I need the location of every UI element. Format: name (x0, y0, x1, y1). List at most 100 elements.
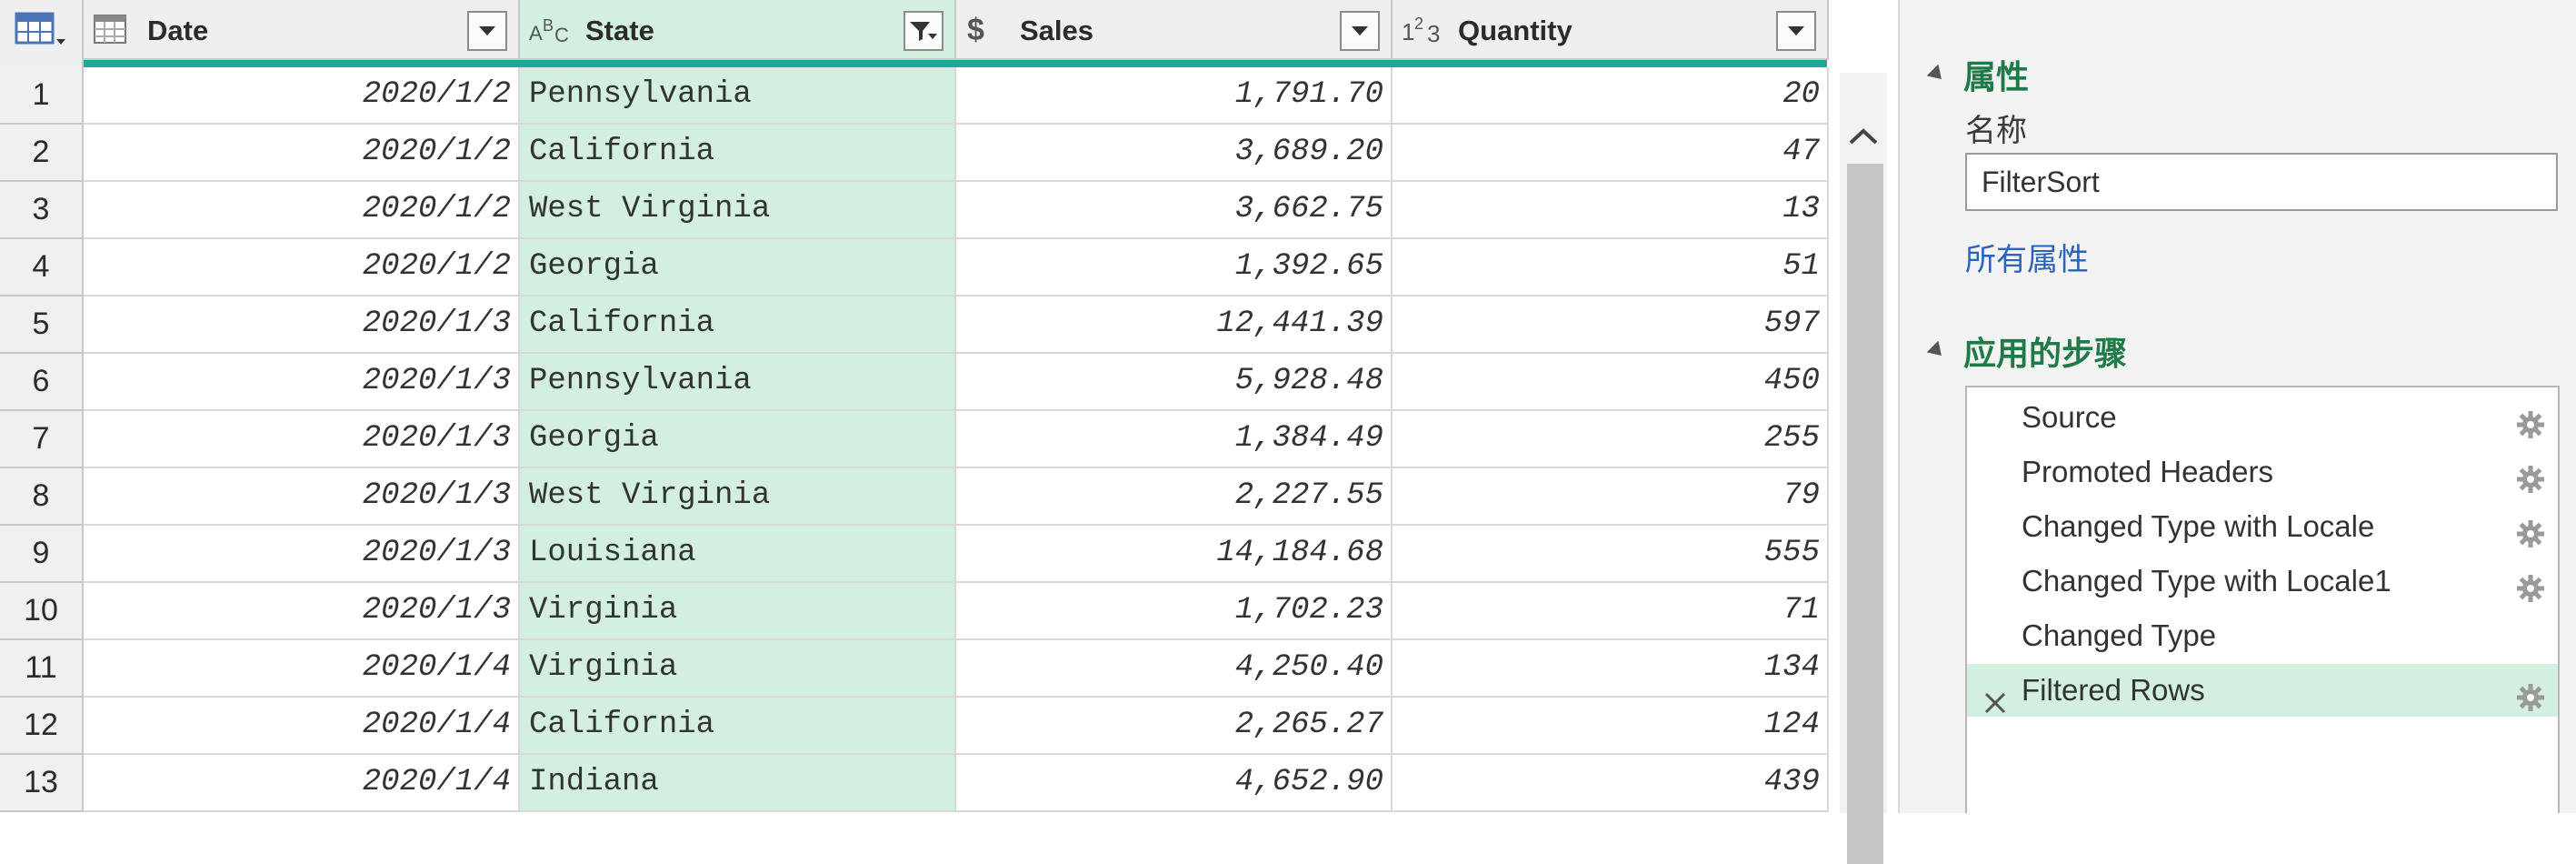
cell-sales[interactable]: 2,227.55 (956, 468, 1393, 526)
table-menu-corner[interactable] (0, 0, 84, 67)
cell-sales[interactable]: 4,250.40 (956, 640, 1393, 698)
row-number[interactable]: 8 (0, 468, 84, 526)
cell-sales[interactable]: 14,184.68 (956, 526, 1393, 583)
cell-state[interactable]: California (520, 698, 956, 755)
column-dropdown-button[interactable] (1776, 11, 1816, 51)
cell-state[interactable]: Virginia (520, 583, 956, 640)
cell-state[interactable]: Virginia (520, 640, 956, 698)
cell-date[interactable]: 2020/1/3 (84, 583, 520, 640)
column-quality-bar (84, 60, 1827, 67)
cell-state[interactable]: Georgia (520, 239, 956, 296)
cell-sales[interactable]: 5,928.48 (956, 354, 1393, 411)
applied-step-item[interactable]: Changed Type (1967, 609, 2558, 662)
cell-date[interactable]: 2020/1/2 (84, 182, 520, 239)
cell-sales[interactable]: 3,662.75 (956, 182, 1393, 239)
cell-sales[interactable]: 1,702.23 (956, 583, 1393, 640)
cell-date[interactable]: 2020/1/3 (84, 296, 520, 354)
row-number[interactable]: 6 (0, 354, 84, 411)
svg-text:3: 3 (1427, 20, 1440, 45)
gear-icon[interactable] (2516, 457, 2545, 493)
gear-icon[interactable] (2516, 403, 2545, 438)
cell-sales[interactable]: 12,441.39 (956, 296, 1393, 354)
row-number[interactable]: 1 (0, 67, 84, 125)
applied-step-item[interactable]: Promoted Headers (1967, 446, 2558, 498)
cell-state[interactable]: Pennsylvania (520, 354, 956, 411)
cell-state[interactable]: West Virginia (520, 468, 956, 526)
row-number[interactable]: 2 (0, 125, 84, 182)
table-icon[interactable] (15, 12, 69, 48)
cell-quantity[interactable]: 51 (1393, 239, 1829, 296)
gear-icon[interactable] (2516, 512, 2545, 548)
cell-sales[interactable]: 1,791.70 (956, 67, 1393, 125)
cell-quantity[interactable]: 71 (1393, 583, 1829, 640)
cell-quantity[interactable]: 439 (1393, 755, 1829, 812)
cell-date[interactable]: 2020/1/2 (84, 125, 520, 182)
cell-state[interactable]: Indiana (520, 755, 956, 812)
cell-quantity[interactable]: 20 (1393, 67, 1829, 125)
cell-date[interactable]: 2020/1/4 (84, 698, 520, 755)
cell-date[interactable]: 2020/1/2 (84, 239, 520, 296)
row-number[interactable]: 12 (0, 698, 84, 755)
cell-quantity[interactable]: 597 (1393, 296, 1829, 354)
cell-quantity[interactable]: 450 (1393, 354, 1829, 411)
cell-quantity[interactable]: 555 (1393, 526, 1829, 583)
cell-state[interactable]: California (520, 125, 956, 182)
column-header-state[interactable]: ABC State (520, 0, 956, 60)
column-header-label: Quantity (1458, 15, 1573, 46)
cell-state[interactable]: West Virginia (520, 182, 956, 239)
cell-quantity[interactable]: 124 (1393, 698, 1829, 755)
cell-date[interactable]: 2020/1/3 (84, 354, 520, 411)
collapse-triangle-icon[interactable] (1926, 64, 1948, 85)
applied-step-item[interactable]: Source (1967, 391, 2558, 444)
delete-step-icon[interactable] (1983, 678, 2007, 714)
row-number[interactable]: 5 (0, 296, 84, 354)
scroll-up-button[interactable] (1840, 109, 1887, 164)
cell-date[interactable]: 2020/1/2 (84, 67, 520, 125)
cell-sales[interactable]: 3,689.20 (956, 125, 1393, 182)
applied-steps-section-header[interactable]: 应用的步骤 (1926, 327, 2128, 375)
applied-step-item[interactable]: Filtered Rows (1967, 664, 2558, 717)
gear-icon[interactable] (2516, 567, 2545, 602)
cell-date[interactable]: 2020/1/4 (84, 755, 520, 812)
column-header-sales[interactable]: $ Sales (956, 0, 1393, 60)
cell-state[interactable]: California (520, 296, 956, 354)
column-header-quantity[interactable]: 123 Quantity (1393, 0, 1829, 60)
column-filter-button[interactable] (904, 11, 944, 51)
cell-date[interactable]: 2020/1/3 (84, 411, 520, 468)
section-title: 应用的步骤 (1963, 336, 2128, 373)
cell-state[interactable]: Georgia (520, 411, 956, 468)
column-dropdown-button[interactable] (467, 11, 507, 51)
gear-icon[interactable] (2516, 676, 2545, 711)
scroll-thumb[interactable] (1847, 164, 1883, 864)
row-number[interactable]: 4 (0, 239, 84, 296)
column-header-date[interactable]: Date (84, 0, 520, 60)
cell-quantity[interactable]: 13 (1393, 182, 1829, 239)
row-number[interactable]: 13 (0, 755, 84, 812)
vertical-scrollbar[interactable] (1840, 73, 1887, 864)
cell-date[interactable]: 2020/1/3 (84, 468, 520, 526)
query-name-input[interactable]: FilterSort (1965, 153, 2558, 211)
cell-sales[interactable]: 1,392.65 (956, 239, 1393, 296)
row-number[interactable]: 9 (0, 526, 84, 583)
row-number[interactable]: 7 (0, 411, 84, 468)
cell-sales[interactable]: 2,265.27 (956, 698, 1393, 755)
cell-quantity[interactable]: 79 (1393, 468, 1829, 526)
row-number[interactable]: 10 (0, 583, 84, 640)
cell-date[interactable]: 2020/1/4 (84, 640, 520, 698)
collapse-triangle-icon[interactable] (1926, 340, 1948, 362)
cell-date[interactable]: 2020/1/3 (84, 526, 520, 583)
applied-step-item[interactable]: Changed Type with Locale1 (1967, 555, 2558, 608)
cell-quantity[interactable]: 47 (1393, 125, 1829, 182)
cell-quantity[interactable]: 255 (1393, 411, 1829, 468)
applied-step-item[interactable]: Changed Type with Locale (1967, 500, 2558, 553)
cell-quantity[interactable]: 134 (1393, 640, 1829, 698)
cell-sales[interactable]: 1,384.49 (956, 411, 1393, 468)
cell-sales[interactable]: 4,652.90 (956, 755, 1393, 812)
all-properties-link[interactable]: 所有属性 (1965, 235, 2089, 279)
row-number[interactable]: 11 (0, 640, 84, 698)
row-number[interactable]: 3 (0, 182, 84, 239)
cell-state[interactable]: Pennsylvania (520, 67, 956, 125)
column-dropdown-button[interactable] (1340, 11, 1380, 51)
cell-state[interactable]: Louisiana (520, 526, 956, 583)
properties-section-header[interactable]: 属性 (1926, 51, 2029, 98)
